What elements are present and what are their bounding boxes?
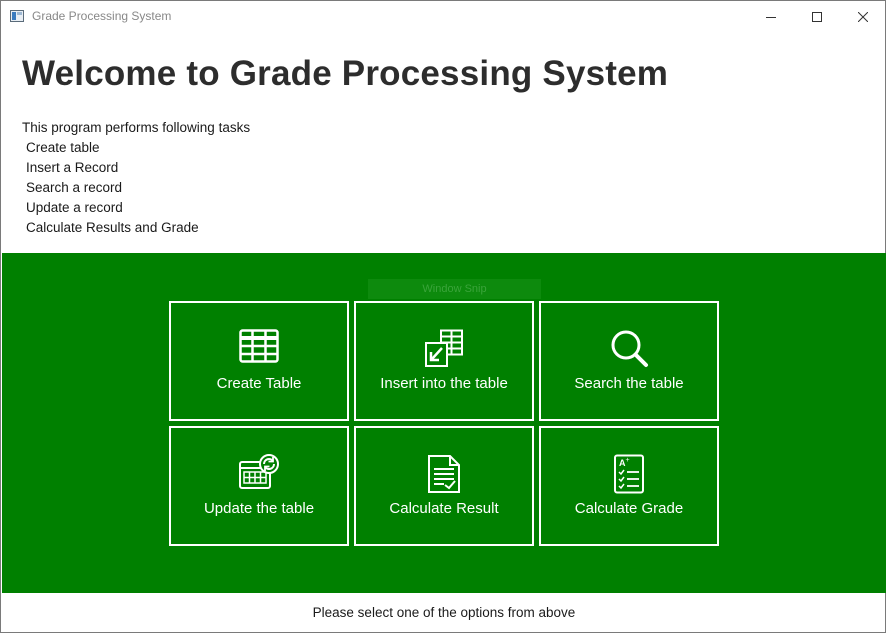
tile-label: Insert into the table: [380, 375, 508, 392]
task-item: Calculate Results and Grade: [26, 220, 199, 235]
close-icon: [858, 11, 868, 22]
window-snip-overlay: Window Snip: [368, 279, 541, 299]
calculate-result-button[interactable]: Calculate Result: [354, 426, 534, 546]
update-table-icon: [239, 454, 279, 489]
tile-label: Create Table: [216, 375, 302, 392]
magnifier-icon: [611, 330, 648, 367]
minimize-button[interactable]: [748, 1, 794, 32]
close-button[interactable]: [840, 1, 886, 32]
tile-label: Search the table: [574, 375, 684, 392]
task-item: Create table: [26, 140, 100, 155]
window-title: Grade Processing System: [32, 9, 172, 23]
update-table-button[interactable]: Update the table: [169, 426, 349, 546]
page-heading: Welcome to Grade Processing System: [22, 54, 669, 93]
task-item: Search a record: [26, 180, 123, 195]
options-panel: Window Snip Create Table Insert into the…: [2, 253, 886, 593]
intro-text: This program performs following tasks: [22, 120, 251, 135]
task-item: Insert a Record: [26, 160, 119, 175]
grade-checklist-icon: A +: [614, 454, 644, 494]
title-bar[interactable]: Grade Processing System: [1, 1, 885, 32]
minimize-icon: [766, 16, 776, 18]
calculate-grade-button[interactable]: A + Calculate Grade: [539, 426, 719, 546]
app-window: Grade Processing System Welcome to Grade…: [0, 0, 886, 633]
app-icon: [10, 10, 24, 22]
maximize-button[interactable]: [794, 1, 840, 32]
tile-label: Calculate Result: [389, 500, 499, 517]
insert-table-button[interactable]: Insert into the table: [354, 301, 534, 421]
status-message: Please select one of the options from ab…: [312, 605, 576, 620]
svg-text:+: +: [626, 457, 630, 464]
maximize-icon: [812, 11, 822, 22]
insert-table-icon: [425, 329, 463, 367]
task-list: Create table Insert a Record Search a re…: [26, 140, 199, 240]
result-document-icon: [428, 455, 460, 493]
search-table-button[interactable]: Search the table: [539, 301, 719, 421]
tile-label: Calculate Grade: [574, 500, 684, 517]
tile-label: Update the table: [203, 500, 315, 517]
table-grid-icon: [239, 329, 279, 363]
task-item: Update a record: [26, 200, 123, 215]
create-table-button[interactable]: Create Table: [169, 301, 349, 421]
